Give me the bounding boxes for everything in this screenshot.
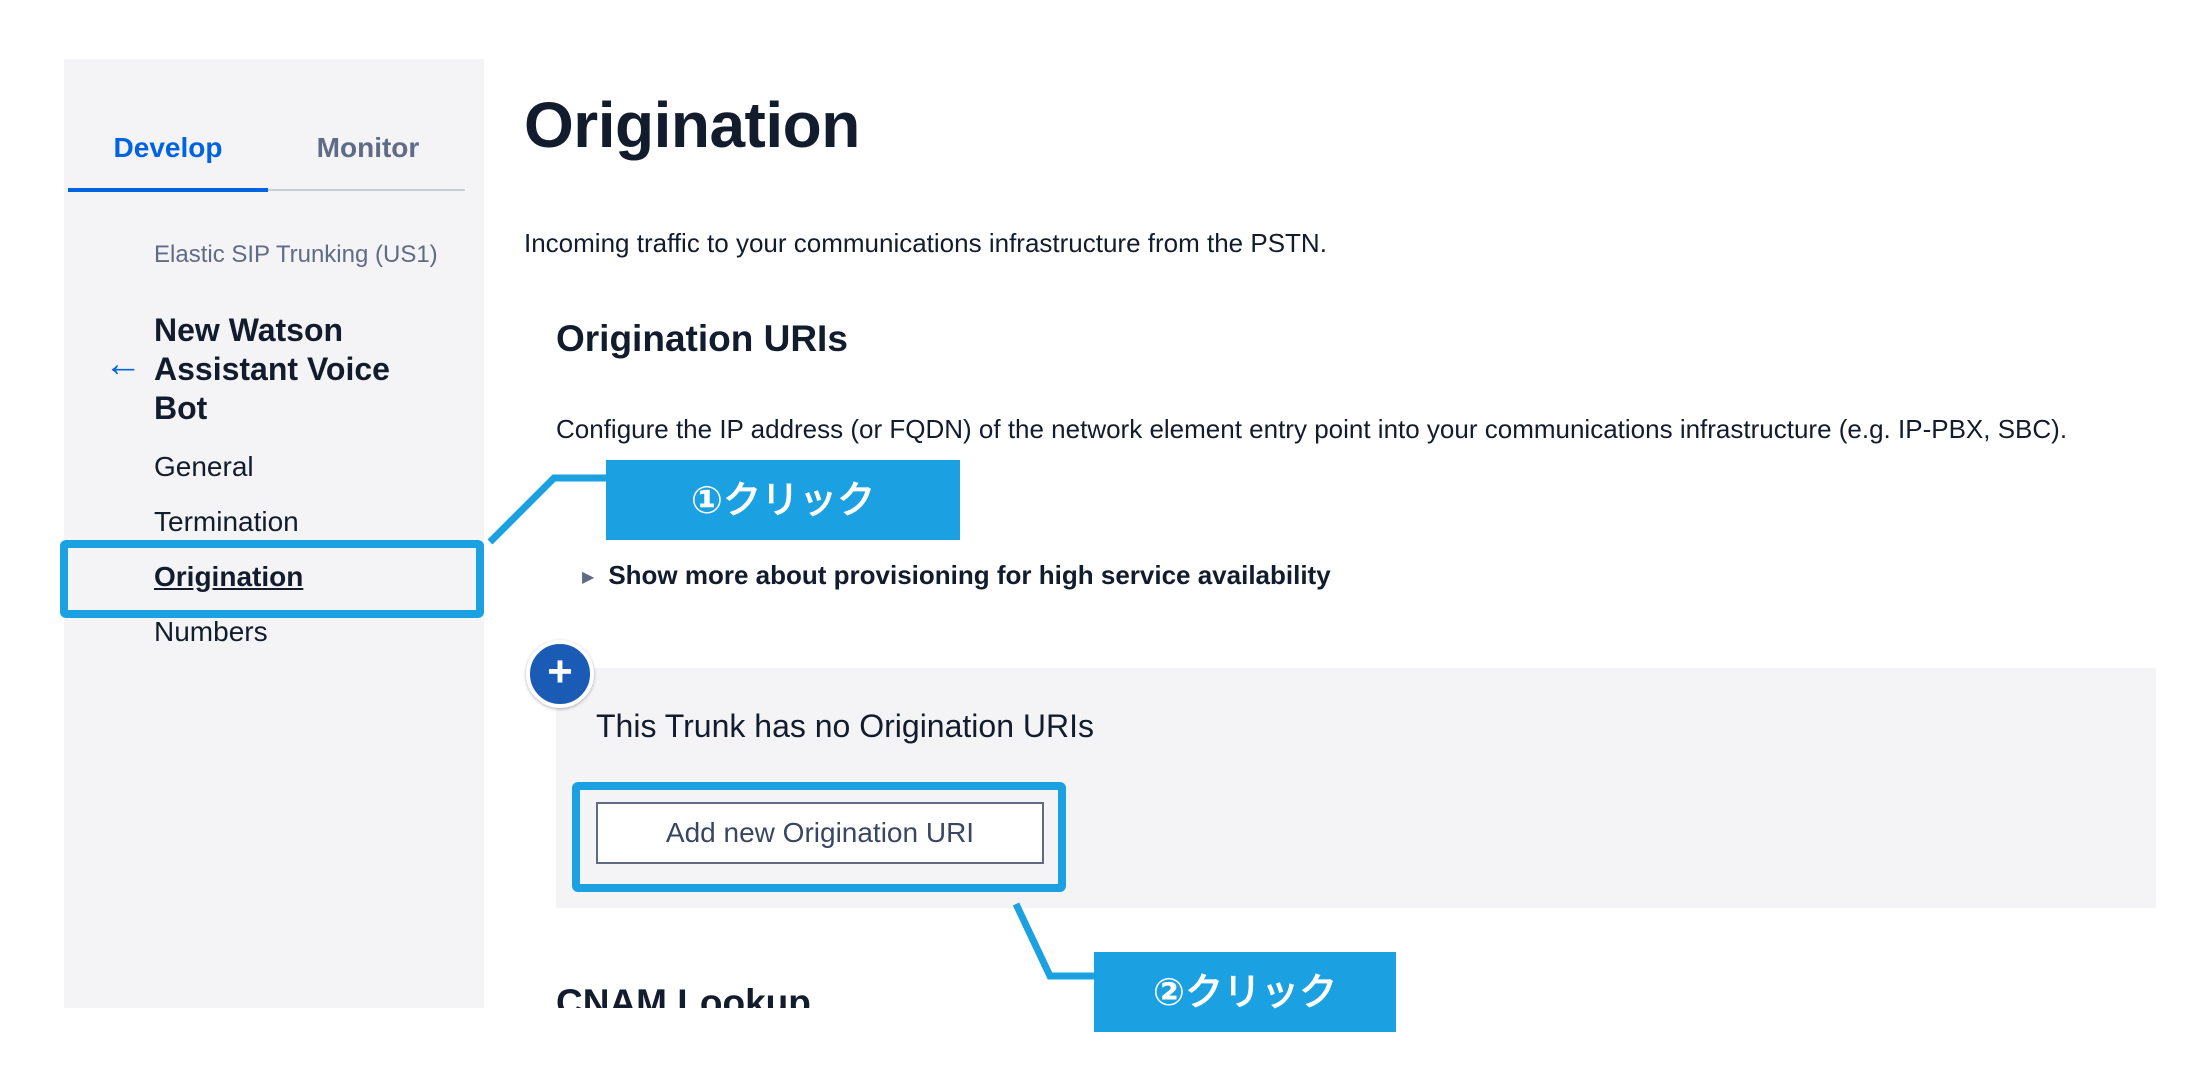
callout-step-1: ①クリック [606,460,960,540]
callout-2-connector [1012,902,1094,980]
callout-connectors [487,474,1094,980]
callout-step-2: ②クリック [1094,952,1396,1032]
callout-1-connector [487,474,606,545]
